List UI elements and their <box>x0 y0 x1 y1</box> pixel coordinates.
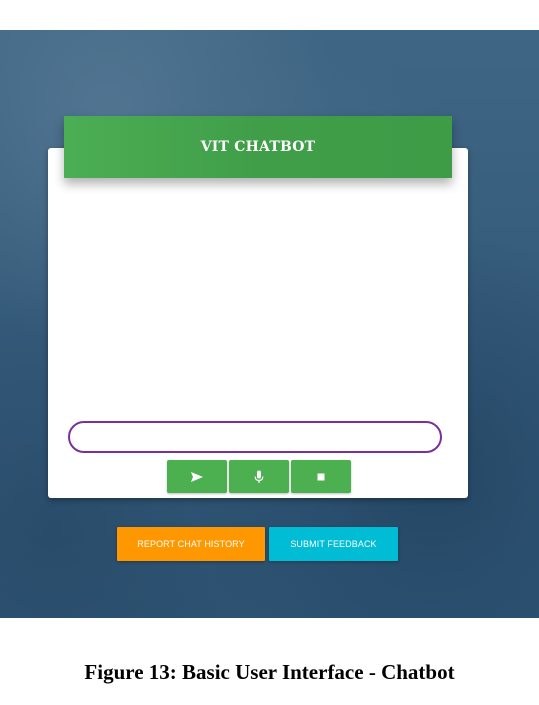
chat-title: VIT CHATBOT <box>200 139 316 155</box>
app-screen: VIT CHATBOT REPORT CHAT HISTORY SUBMIT F… <box>0 30 539 618</box>
microphone-icon <box>254 470 264 484</box>
report-chat-history-button[interactable]: REPORT CHAT HISTORY <box>117 527 265 561</box>
microphone-button[interactable] <box>229 460 289 493</box>
stop-icon <box>317 473 325 481</box>
chat-message-input[interactable] <box>68 421 442 453</box>
send-icon <box>190 471 204 483</box>
stop-button[interactable] <box>291 460 351 493</box>
chat-header: VIT CHATBOT <box>64 116 452 178</box>
figure-caption: Figure 13: Basic User Interface - Chatbo… <box>84 660 455 684</box>
chat-message-area[interactable] <box>58 190 458 415</box>
send-button[interactable] <box>167 460 227 493</box>
submit-feedback-button[interactable]: SUBMIT FEEDBACK <box>269 527 398 561</box>
chat-controls <box>167 460 351 493</box>
